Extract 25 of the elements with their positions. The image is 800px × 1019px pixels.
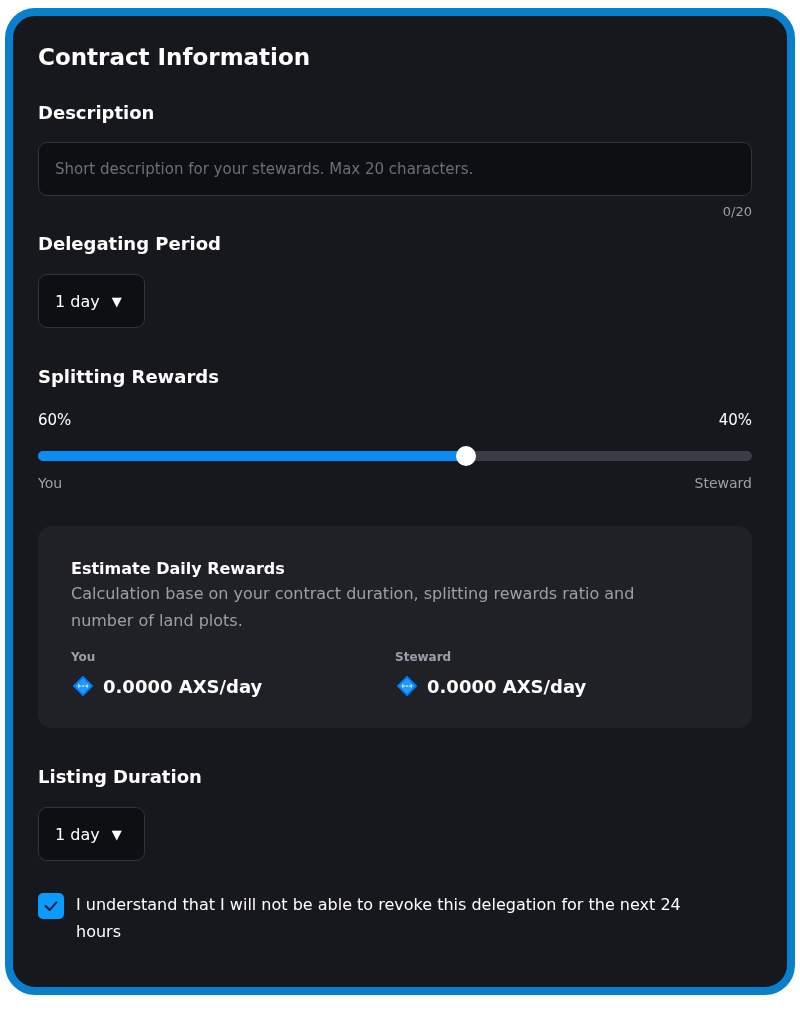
section-label: Description bbox=[38, 102, 156, 123]
agreement-checkbox[interactable] bbox=[38, 893, 64, 919]
split-slider[interactable] bbox=[38, 446, 752, 466]
reward-label: Steward bbox=[395, 650, 453, 664]
section-label: Listing Duration bbox=[38, 766, 203, 787]
description-field[interactable]: Short description for your stewards. Max 20 characters. bbox=[38, 142, 752, 196]
percent-label: 60% bbox=[38, 411, 72, 429]
card-title: Estimate Daily Rewards bbox=[71, 559, 286, 578]
section-label: Splitting Rewards bbox=[38, 366, 220, 387]
slider-end-label: Steward bbox=[694, 475, 752, 491]
panel-title: Contract Information bbox=[38, 44, 312, 70]
reward-value: 0.0000 AXS/day bbox=[103, 675, 263, 697]
slider-end-label: You bbox=[38, 475, 63, 491]
period-dropdown[interactable]: 1 day ▼ bbox=[38, 274, 145, 328]
diamond-icon bbox=[71, 674, 95, 698]
percent-label: 40% bbox=[718, 411, 752, 429]
card-description: Calculation base on your contract duration, splitting rewards ratio and number of land plots. bbox=[71, 583, 636, 632]
character-counter: 0/20 bbox=[722, 204, 752, 219]
reward-label: You bbox=[71, 650, 97, 664]
agreement-text: I understand that I will not be able to revoke this delegation for the next 24 hours bbox=[76, 894, 682, 943]
duration-dropdown[interactable]: 1 day ▼ bbox=[38, 807, 145, 861]
diamond-icon bbox=[395, 674, 419, 698]
section-label: Delegating Period bbox=[38, 233, 222, 254]
slider-thumb[interactable] bbox=[456, 446, 477, 466]
reward-value: 0.0000 AXS/day bbox=[427, 675, 587, 697]
